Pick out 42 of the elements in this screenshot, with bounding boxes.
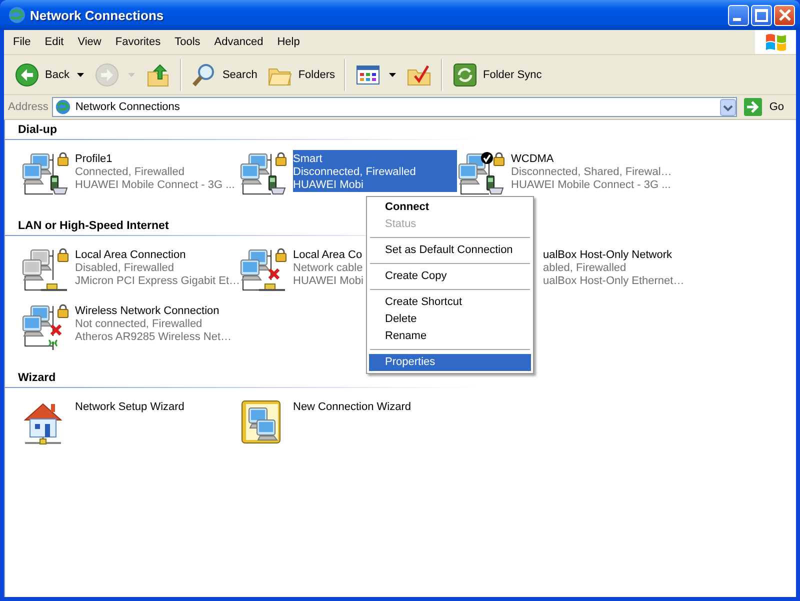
- menu-item[interactable]: Connect: [369, 199, 531, 216]
- menu-item[interactable]: Create Shortcut: [369, 294, 531, 311]
- flag-logo-icon: [764, 31, 788, 53]
- connection-label[interactable]: Network Setup Wizard: [75, 398, 239, 414]
- folder-up-icon: [145, 62, 172, 88]
- connection-label[interactable]: WCDMA Disconnected, Shared, Firewal… HUAWEI Mobile Connect - 3G ...: [511, 150, 675, 192]
- folder-sync-icon: [452, 62, 478, 88]
- maximize-icon: [755, 8, 768, 22]
- menu-item[interactable]: Delete: [369, 311, 531, 328]
- folders-button[interactable]: Folders: [263, 58, 340, 90]
- go-button[interactable]: Go: [741, 97, 792, 117]
- maximize-button[interactable]: [751, 4, 772, 26]
- network-globe-icon: [8, 6, 26, 24]
- close-button[interactable]: [774, 4, 795, 26]
- connection-label[interactable]: New Connection Wizard: [293, 398, 457, 414]
- close-icon: [778, 9, 790, 21]
- menu-item[interactable]: Tools: [168, 34, 208, 50]
- menu-item[interactable]: Advanced: [207, 34, 270, 50]
- menu-item[interactable]: Create Copy: [369, 268, 531, 285]
- menu-item[interactable]: File: [6, 34, 38, 50]
- folder-sync-button[interactable]: Folder Sync: [448, 58, 546, 90]
- connection-label[interactable]: Wireless Network Connection Not connected, Firewalled Atheros AR9285 Wireless Net…: [75, 302, 239, 344]
- group-heading: Dial-up: [5, 122, 796, 140]
- menu-item[interactable]: Favorites: [108, 34, 168, 50]
- menu-item[interactable]: Edit: [38, 34, 71, 50]
- connection-label[interactable]: Profile1 Connected, Firewalled HUAWEI Mobile Connect - 3G ...: [75, 150, 239, 192]
- search-button[interactable]: Search: [187, 58, 262, 90]
- menu-item[interactable]: Rename: [369, 328, 531, 345]
- minimize-button[interactable]: [728, 4, 749, 26]
- group-heading: Wizard: [5, 370, 796, 388]
- menu-item[interactable]: Properties: [369, 354, 531, 371]
- minimize-icon: [733, 18, 741, 20]
- back-button[interactable]: Back: [10, 58, 88, 90]
- network-globe-icon: [55, 99, 72, 115]
- window-title: Network Connections: [30, 8, 165, 22]
- menu-item[interactable]: View: [70, 34, 108, 50]
- menu-item[interactable]: Help: [270, 34, 307, 50]
- menu-item[interactable]: Set as Default Connection: [369, 242, 531, 259]
- connection-label[interactable]: Smart Disconnected, Firewalled HUAWEI Mobi: [293, 150, 457, 192]
- connection-label[interactable]: ualBox Host-Only Network abled, Firewalled ualBox Host-Only Ethernet…: [543, 246, 684, 288]
- address-field[interactable]: Network Connections: [52, 97, 738, 117]
- address-label: Address: [8, 101, 48, 113]
